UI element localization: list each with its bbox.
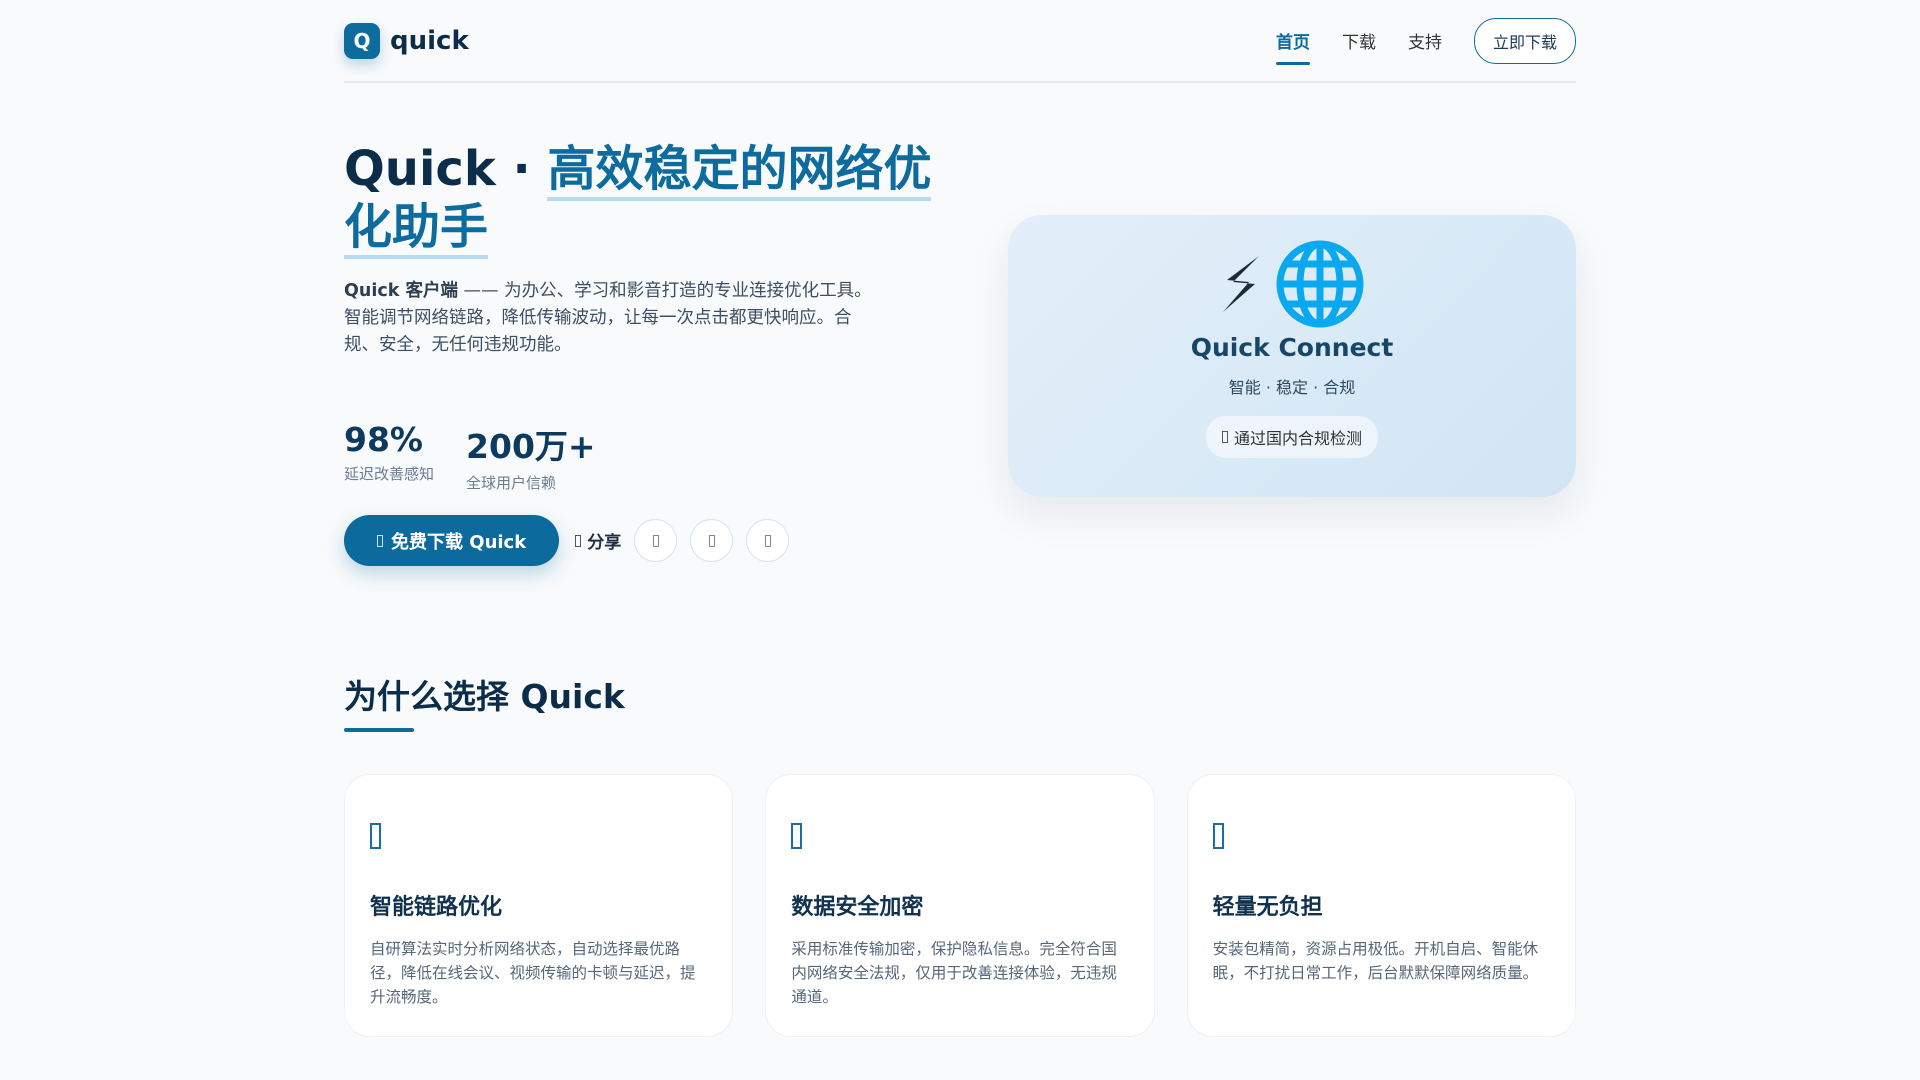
top-nav: Q quick 首页 下载 支持 立即下载 bbox=[344, 0, 1576, 83]
download-icon bbox=[377, 534, 383, 547]
hero-description: Quick 客户端 —— 为办公、学习和影音打造的专业连接优化工具。 智能调节网… bbox=[344, 278, 884, 359]
nav-link-home[interactable]: 首页 bbox=[1275, 22, 1310, 65]
feature-title: 智能链路优化 bbox=[370, 895, 503, 920]
features-title: 为什么选择 Quick bbox=[344, 677, 625, 716]
logo-text: quick bbox=[390, 25, 469, 56]
stat-value: 98% bbox=[344, 420, 423, 459]
feather-icon bbox=[1212, 823, 1224, 849]
desc-bold: Quick 客户端 bbox=[344, 281, 458, 301]
share-text: 分享 bbox=[587, 533, 622, 553]
desc-line2: 智能调节网络链路，降低传输波动，让每一次点击都更快响应。合规、安全，无任何违规功… bbox=[344, 308, 852, 355]
title-prefix: Quick · bbox=[344, 141, 548, 197]
hero-title: Quick · 高效稳定的网络优化助手 bbox=[344, 140, 954, 259]
feature-card: 轻量无负担安装包精简，资源占用极低。开机自启、智能休眠，不打扰日常工作，后台默默… bbox=[1186, 774, 1576, 1037]
feature-desc: 安装包精简，资源占用极低。开机自启、智能休眠，不打扰日常工作，后台默默保障网络质… bbox=[1212, 940, 1539, 982]
stat-value: 200万+ bbox=[466, 427, 596, 466]
stat: 200万+ 全球用户信赖 bbox=[466, 420, 596, 493]
hero-card: Quick Connect 智能 · 稳定 · 合规 通过国内合规检测 bbox=[1008, 215, 1576, 497]
free-download-label: 免费下载 Quick bbox=[391, 531, 527, 553]
hero-card-title: Quick Connect bbox=[1190, 333, 1394, 362]
nav-link-support[interactable]: 支持 bbox=[1408, 22, 1442, 59]
feature-desc: 采用标准传输加密，保护隐私信息。完全符合国内网络安全法规，仅用于改善连接体验，无… bbox=[791, 940, 1117, 1006]
stat-label: 全球用户信赖 bbox=[466, 474, 557, 492]
feature-desc: 自研算法实时分析网络状态，自动选择最优路径，降低在线会议、视频传输的卡顿与延迟，… bbox=[370, 940, 696, 1006]
desc-line1: —— 为办公、学习和影音打造的专业连接优化工具。 bbox=[457, 281, 872, 301]
download-now-button[interactable]: 立即下载 bbox=[1473, 17, 1576, 64]
feature-card: 智能链路优化自研算法实时分析网络状态，自动选择最优路径，降低在线会议、视频传输的… bbox=[344, 774, 734, 1037]
logo[interactable]: Q quick bbox=[344, 22, 469, 59]
share-label: 分享 bbox=[575, 528, 621, 553]
social-icon bbox=[708, 534, 715, 547]
logo-icon: Q bbox=[344, 22, 380, 59]
lightning-globe-icon bbox=[1008, 239, 1576, 329]
social-share-button-2[interactable] bbox=[690, 519, 734, 562]
stats: 98% 延迟改善感知 200万+ 全球用户信赖 bbox=[344, 420, 596, 493]
stat: 98% 延迟改善感知 bbox=[344, 420, 434, 493]
social-share-button-1[interactable] bbox=[634, 519, 678, 562]
lightning-icon bbox=[1223, 256, 1259, 312]
social-icon bbox=[764, 534, 771, 547]
share-icon bbox=[575, 534, 582, 547]
hero-card-subtitle: 智能 · 稳定 · 合规 bbox=[1228, 378, 1356, 397]
title-underline bbox=[344, 728, 414, 732]
stat-label: 延迟改善感知 bbox=[344, 465, 435, 483]
free-download-button[interactable]: 免费下载 Quick bbox=[344, 515, 560, 566]
feature-cards: 智能链路优化自研算法实时分析网络状态，自动选择最优路径，降低在线会议、视频传输的… bbox=[344, 774, 1576, 1037]
lock-icon bbox=[791, 823, 803, 849]
feature-card: 数据安全加密采用标准传输加密，保护隐私信息。完全符合国内网络安全法规，仅用于改善… bbox=[765, 774, 1155, 1037]
globe-icon bbox=[1276, 240, 1364, 328]
feature-title: 数据安全加密 bbox=[791, 895, 924, 920]
badge-text: 通过国内合规检测 bbox=[1233, 429, 1362, 448]
feature-title: 轻量无负担 bbox=[1212, 895, 1323, 920]
check-icon bbox=[1221, 431, 1228, 443]
compliance-badge: 通过国内合规检测 bbox=[1205, 416, 1378, 458]
social-share-button-3[interactable] bbox=[746, 519, 790, 562]
route-icon bbox=[370, 823, 381, 849]
social-icon bbox=[652, 534, 659, 547]
nav-link-download[interactable]: 下载 bbox=[1342, 22, 1376, 59]
